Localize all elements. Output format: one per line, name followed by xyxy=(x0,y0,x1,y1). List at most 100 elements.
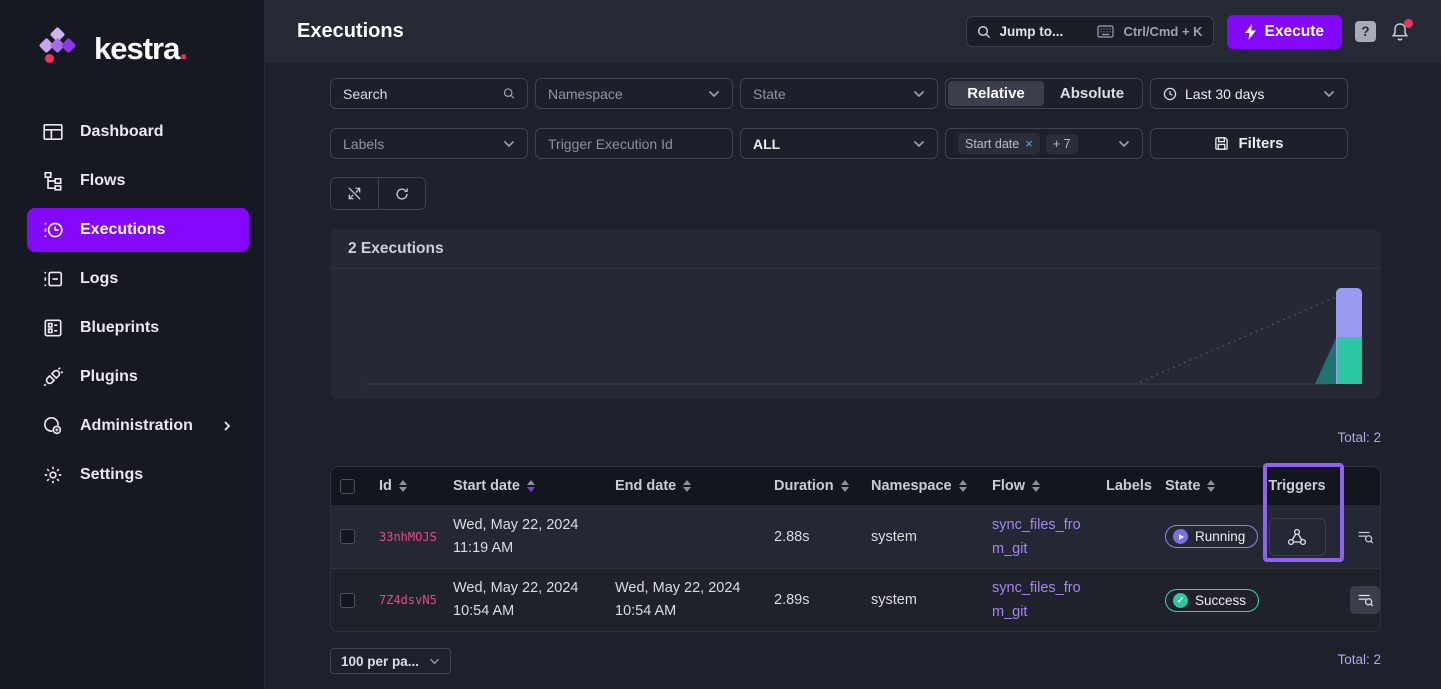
row-checkbox[interactable] xyxy=(340,593,355,608)
flow-link[interactable]: sync_files_from_git xyxy=(992,576,1092,624)
more-columns-tag: + 7 xyxy=(1046,134,1078,154)
executions-chart[interactable] xyxy=(330,269,1381,398)
column-header-triggers: Triggers xyxy=(1257,478,1337,494)
per-page-select[interactable]: 100 per pa... xyxy=(330,648,451,674)
column-header-state[interactable]: State xyxy=(1165,478,1257,494)
column-header-start-date[interactable]: Start date xyxy=(453,478,615,494)
row-checkbox[interactable] xyxy=(340,529,355,544)
state-label: Success xyxy=(1195,593,1246,608)
executions-table-wrap: Id Start date End date Duration Namespac… xyxy=(330,466,1381,632)
sidebar-item-label: Logs xyxy=(80,270,118,288)
refresh-button[interactable] xyxy=(378,178,425,209)
keyboard-icon xyxy=(1097,25,1114,38)
sidebar-item-label: Flows xyxy=(80,172,125,190)
execution-id-link[interactable]: 33nhMOJS xyxy=(379,530,437,544)
select-all-checkbox[interactable] xyxy=(340,479,355,494)
sidebar-item-executions[interactable]: Executions xyxy=(27,208,249,252)
scope-dropdown[interactable]: ALL xyxy=(740,128,938,159)
execute-button[interactable]: Execute xyxy=(1227,15,1342,49)
start-date: Wed, May 22, 2024 xyxy=(453,517,578,533)
total-count-top: Total: 2 xyxy=(1337,430,1381,445)
jump-to-search[interactable]: Ctrl/Cmd + K xyxy=(966,16,1214,47)
visible-columns-dropdown[interactable]: Start date × + 7 xyxy=(945,128,1143,159)
execution-row[interactable]: 33nhMOJS Wed, May 22, 202411:19 AM 2.88s… xyxy=(331,505,1380,568)
search-filter[interactable] xyxy=(330,78,528,109)
sort-icon-active[interactable] xyxy=(527,480,535,492)
search-icon xyxy=(977,25,991,39)
sort-icon[interactable] xyxy=(959,480,967,492)
column-label: Triggers xyxy=(1268,478,1325,494)
sidebar-item-blueprints[interactable]: Blueprints xyxy=(27,306,249,350)
flow-link[interactable]: sync_files_from_git xyxy=(992,513,1092,561)
sort-icon[interactable] xyxy=(1032,480,1040,492)
start-time: 10:54 AM xyxy=(453,603,514,619)
column-label: State xyxy=(1165,478,1200,494)
sort-icon[interactable] xyxy=(841,480,849,492)
remove-tag-icon[interactable]: × xyxy=(1025,136,1033,151)
execution-id-link[interactable]: 7Z4dsvN5 xyxy=(379,593,437,607)
filters-button[interactable]: Filters xyxy=(1150,128,1348,159)
sort-icon[interactable] xyxy=(683,480,691,492)
execution-details-button[interactable] xyxy=(1350,523,1380,551)
sidebar-item-label: Plugins xyxy=(80,368,138,386)
absolute-toggle[interactable]: Absolute xyxy=(1044,81,1140,106)
namespace-dropdown[interactable]: Namespace xyxy=(535,78,733,109)
time-range-dropdown[interactable]: Last 30 days xyxy=(1150,78,1348,109)
column-header-flow[interactable]: Flow xyxy=(992,478,1106,494)
relative-toggle[interactable]: Relative xyxy=(948,81,1044,106)
sidebar-item-settings[interactable]: Settings xyxy=(27,453,249,497)
help-button[interactable]: ? xyxy=(1355,21,1376,42)
sort-icon[interactable] xyxy=(399,480,407,492)
sidebar-item-administration[interactable]: Administration xyxy=(27,404,249,448)
chevron-down-icon xyxy=(1323,90,1335,98)
chart-title: 2 Executions xyxy=(330,229,1381,269)
duration: 2.88s xyxy=(774,529,809,545)
chart-toolbar xyxy=(330,177,426,210)
sidebar-item-dashboard[interactable]: Dashboard xyxy=(27,110,249,154)
column-label: Flow xyxy=(992,478,1025,494)
more-columns-label: + 7 xyxy=(1053,137,1071,151)
save-icon xyxy=(1214,136,1229,151)
column-header-namespace[interactable]: Namespace xyxy=(871,478,992,494)
scope-value: ALL xyxy=(753,136,913,152)
sidebar-item-plugins[interactable]: Plugins xyxy=(27,355,249,399)
column-header-end-date[interactable]: End date xyxy=(615,478,774,494)
column-header-labels: Labels xyxy=(1106,478,1165,494)
sidebar-item-logs[interactable]: Logs xyxy=(27,257,249,301)
sidebar-item-label: Settings xyxy=(80,466,143,484)
search-input[interactable] xyxy=(343,86,503,102)
table-header-row: Id Start date End date Duration Namespac… xyxy=(331,467,1380,505)
kestra-logo[interactable]: kestra. xyxy=(0,0,264,72)
column-label: Namespace xyxy=(871,478,952,494)
column-header-id[interactable]: Id xyxy=(379,478,453,494)
execution-details-button[interactable] xyxy=(1350,586,1380,614)
trigger-execution-id-input[interactable] xyxy=(548,136,720,152)
log-search-icon xyxy=(1356,528,1374,546)
notifications-button[interactable] xyxy=(1389,21,1411,43)
trigger-button[interactable] xyxy=(1269,518,1326,556)
logs-icon xyxy=(42,268,64,290)
executions-icon xyxy=(42,219,64,241)
settings-icon xyxy=(42,464,64,486)
log-search-icon xyxy=(1356,591,1374,609)
jump-to-input[interactable] xyxy=(1000,24,1089,39)
execution-row[interactable]: 7Z4dsvN5 Wed, May 22, 202410:54 AM Wed, … xyxy=(331,568,1380,631)
notification-dot xyxy=(1404,19,1413,28)
toggle-chart-button[interactable] xyxy=(331,178,378,209)
success-state-icon: ✓ xyxy=(1173,593,1188,608)
state-dropdown[interactable]: State xyxy=(740,78,938,109)
filters-button-label: Filters xyxy=(1238,135,1283,152)
column-header-duration[interactable]: Duration xyxy=(774,478,871,494)
per-page-value: 100 per pa... xyxy=(341,654,419,669)
start-date: Wed, May 22, 2024 xyxy=(453,580,578,596)
state-badge-running: Running xyxy=(1165,525,1258,548)
trigger-execution-id-filter[interactable] xyxy=(535,128,733,159)
start-date-tag: Start date × xyxy=(958,133,1040,154)
success-bar[interactable] xyxy=(1337,337,1362,384)
sort-icon[interactable] xyxy=(1207,480,1215,492)
brand-name: kestra xyxy=(94,31,179,66)
administration-icon xyxy=(42,415,64,437)
labels-dropdown[interactable]: Labels xyxy=(330,128,528,159)
sidebar-item-flows[interactable]: Flows xyxy=(27,159,249,203)
chevron-down-icon xyxy=(913,90,925,98)
